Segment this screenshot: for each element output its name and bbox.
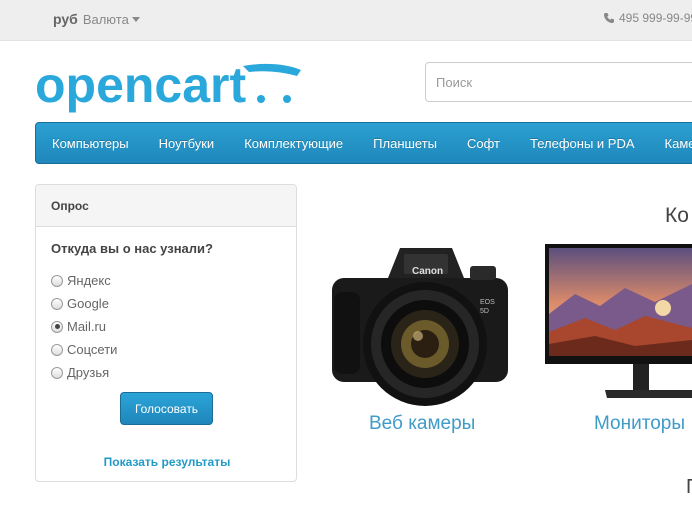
svg-text:EOS: EOS — [480, 299, 495, 306]
poll-question: Откуда вы о нас узнали? — [51, 241, 213, 256]
menu-item-tablets[interactable]: Планшеты — [373, 136, 437, 151]
category-title-monitors[interactable]: Мониторы — [594, 413, 685, 435]
search-input[interactable] — [425, 62, 692, 102]
main-menu: Компьютеры Ноутбуки Комплектующие Планше… — [35, 122, 692, 164]
next-section-heading: П — [686, 476, 692, 499]
phone-icon — [604, 13, 614, 23]
radio-button-selected[interactable] — [51, 320, 63, 333]
menu-item-components[interactable]: Комплектующие — [244, 136, 343, 151]
logo-text: opencart — [35, 58, 247, 113]
section-heading: Ко — [665, 204, 689, 227]
menu-item-cameras[interactable]: Камеры — [665, 136, 692, 151]
phone-number: 495 999-99-99 — [619, 11, 692, 25]
category-title-webcams[interactable]: Веб камеры — [369, 413, 475, 435]
poll-option-label: Соцсети — [67, 342, 118, 357]
poll-option[interactable]: Друзья — [51, 361, 117, 384]
top-bar: руб Валюта 495 999-99-99 — [0, 0, 692, 41]
radio-button[interactable] — [51, 297, 63, 310]
poll-option-label: Яндекс — [67, 273, 111, 288]
cart-wheel-left — [257, 95, 265, 103]
poll-panel: Опрос Откуда вы о нас узнали? Яндекс Goo… — [35, 184, 297, 482]
svg-text:Canon: Canon — [412, 266, 443, 277]
radio-button[interactable] — [51, 343, 63, 356]
currency-dropdown[interactable]: руб Валюта — [53, 11, 140, 27]
svg-text:5D: 5D — [480, 308, 489, 315]
menu-item-computers[interactable]: Компьютеры — [52, 136, 129, 151]
phone-link[interactable]: 495 999-99-99 — [603, 11, 692, 25]
camera-image[interactable]: Canon EOS 5D — [330, 240, 512, 410]
poll-option[interactable]: Mail.ru — [51, 315, 117, 338]
show-results-link[interactable]: Показать результаты — [36, 455, 298, 469]
poll-options: Яндекс Google Mail.ru Соцсети Друзья — [51, 269, 117, 384]
menu-item-software[interactable]: Софт — [467, 136, 500, 151]
poll-option[interactable]: Яндекс — [51, 269, 117, 292]
poll-title: Опрос — [36, 185, 296, 227]
poll-option[interactable]: Соцсети — [51, 338, 117, 361]
opencart-logo[interactable]: opencart — [35, 58, 305, 114]
currency-label: Валюта — [82, 11, 129, 27]
cart-body-shape — [271, 74, 293, 92]
menu-item-phones[interactable]: Телефоны и PDA — [530, 136, 635, 151]
poll-option[interactable]: Google — [51, 292, 117, 315]
radio-button[interactable] — [51, 274, 63, 287]
caret-down-icon — [131, 16, 140, 22]
monitor-image[interactable] — [545, 244, 692, 400]
menu-item-laptops[interactable]: Ноутбуки — [159, 136, 215, 151]
radio-button[interactable] — [51, 366, 63, 379]
poll-option-label: Друзья — [67, 365, 110, 380]
poll-option-label: Google — [67, 296, 109, 311]
currency-symbol: руб — [53, 11, 78, 27]
poll-option-label: Mail.ru — [67, 319, 107, 334]
vote-button[interactable]: Голосовать — [120, 392, 213, 425]
cart-handle-shape — [243, 63, 301, 76]
cart-wheel-right — [283, 95, 291, 103]
